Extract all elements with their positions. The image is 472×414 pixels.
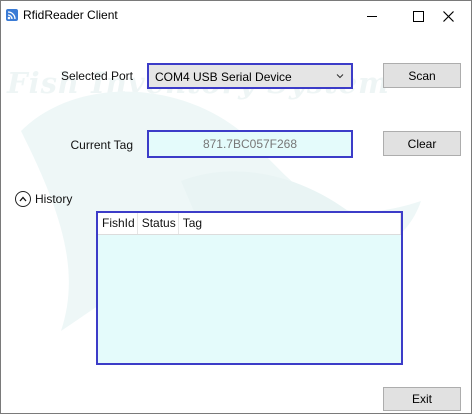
column-header-fishid[interactable]: FishId (98, 213, 138, 234)
scan-button[interactable]: Scan (383, 63, 461, 88)
column-header-status[interactable]: Status (138, 213, 179, 234)
port-select[interactable]: COM4 USB Serial Device (147, 63, 353, 89)
history-label: History (35, 192, 73, 206)
window-title: RfidReader Client (23, 8, 118, 22)
title-bar: RfidReader Client (1, 1, 471, 31)
column-header-tag[interactable]: Tag (179, 213, 401, 234)
rss-feed-icon (6, 9, 18, 21)
close-icon (442, 10, 454, 22)
exit-button[interactable]: Exit (383, 387, 461, 411)
chevron-down-icon (336, 74, 344, 79)
history-toggle[interactable]: History (15, 190, 72, 208)
current-tag-field[interactable]: 871.7BC057F268 (147, 130, 353, 158)
minimize-button[interactable] (349, 1, 395, 31)
selected-port-label: Selected Port (60, 69, 133, 83)
history-table[interactable]: FishId Status Tag (96, 211, 403, 365)
port-select-value: COM4 USB Serial Device (155, 70, 292, 84)
current-tag-label: Current Tag (70, 138, 133, 152)
minimize-icon (367, 15, 377, 17)
close-button[interactable] (425, 1, 471, 31)
chevron-up-icon (19, 196, 27, 202)
history-table-header: FishId Status Tag (98, 213, 401, 235)
collapse-toggle-button[interactable] (15, 191, 31, 207)
app-window: RfidReader Client Fish Inventory System … (0, 0, 472, 414)
maximize-icon (412, 10, 424, 22)
clear-button[interactable]: Clear (383, 131, 461, 156)
